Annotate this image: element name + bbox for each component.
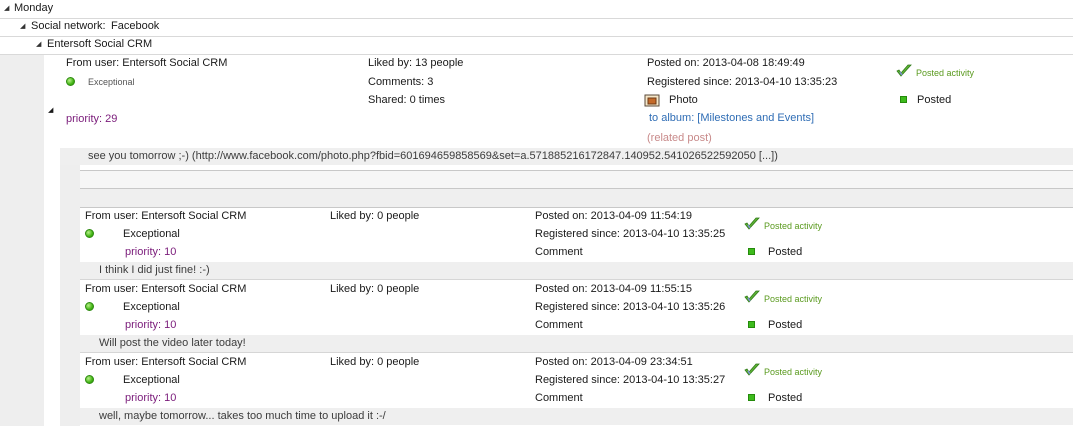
parent-post-type: Photo bbox=[669, 94, 698, 106]
group-day-label: Monday bbox=[14, 2, 54, 14]
sentiment-dot-icon bbox=[85, 302, 94, 311]
comment-posted-on: Posted on: 2013-04-09 23:34:51 bbox=[535, 356, 693, 368]
detail-column-header bbox=[80, 171, 1073, 189]
posted-activity-check-icon bbox=[744, 290, 760, 303]
comment-sentiment: Exceptional bbox=[123, 228, 180, 240]
sentiment-dot-icon bbox=[85, 375, 94, 384]
comment-message-text: Will post the video later today! bbox=[99, 337, 246, 349]
sentiment-dot-icon bbox=[85, 229, 94, 238]
comment-message-text: well, maybe tomorrow... takes too much t… bbox=[99, 410, 386, 422]
comment-liked-by: Liked by: 0 people bbox=[330, 356, 420, 368]
parent-liked-by: Liked by: 13 people bbox=[368, 57, 464, 69]
group-row-day[interactable]: ◢ Monday bbox=[0, 0, 1073, 19]
comment-posted-activity: Posted activity bbox=[764, 221, 823, 231]
comment-priority: priority: 10 bbox=[125, 319, 177, 331]
status-square-icon bbox=[748, 321, 755, 328]
parent-comments-count: Comments: 3 bbox=[368, 76, 434, 88]
parent-album-link[interactable]: to album: [Milestones and Events] bbox=[649, 112, 814, 124]
comment-message-text: I think I did just fine! :-) bbox=[99, 264, 210, 276]
parent-status: Posted bbox=[917, 94, 952, 106]
comment-posted-on: Posted on: 2013-04-09 11:55:15 bbox=[535, 283, 692, 295]
comment-message-bar: Will post the video later today! bbox=[80, 335, 1073, 352]
comment-registered-since: Registered since: 2013-04-10 13:35:26 bbox=[535, 301, 726, 313]
group-network-value: Facebook bbox=[111, 20, 160, 32]
collapse-triangle-icon[interactable]: ◢ bbox=[20, 22, 25, 30]
comment-type: Comment bbox=[535, 246, 583, 258]
parent-from-user: From user: Entersoft Social CRM bbox=[66, 57, 228, 69]
posted-activity-check-icon bbox=[896, 64, 912, 77]
parent-posted-activity: Posted activity bbox=[916, 68, 975, 78]
comment-liked-by: Liked by: 0 people bbox=[330, 283, 420, 295]
comment-type: Comment bbox=[535, 392, 583, 404]
comment-from-user: From user: Entersoft Social CRM bbox=[85, 356, 247, 368]
comment-registered-since: Registered since: 2013-04-10 13:35:25 bbox=[535, 228, 726, 240]
group-row-network[interactable]: ◢ Social network: Facebook bbox=[0, 18, 1073, 37]
parent-registered-since: Registered since: 2013-04-10 13:35:23 bbox=[647, 76, 838, 88]
parent-posted-on: Posted on: 2013-04-08 18:49:49 bbox=[647, 57, 805, 69]
parent-related-post-link[interactable]: (related post) bbox=[647, 132, 712, 144]
comment-from-user: From user: Entersoft Social CRM bbox=[85, 210, 247, 222]
detail-indent-gutter bbox=[60, 165, 80, 426]
parent-priority: priority: 29 bbox=[66, 113, 118, 125]
comment-posted-on: Posted on: 2013-04-09 11:54:19 bbox=[535, 210, 692, 222]
comment-type: Comment bbox=[535, 319, 583, 331]
group-row-account[interactable]: ◢ Entersoft Social CRM bbox=[0, 36, 1073, 55]
comment-sentiment: Exceptional bbox=[123, 301, 180, 313]
expand-detail-triangle-icon[interactable]: ◢ bbox=[48, 106, 53, 114]
row-separator bbox=[80, 352, 1073, 353]
parent-sentiment: Exceptional bbox=[88, 77, 135, 87]
status-square-icon bbox=[748, 248, 755, 255]
comment-posted-activity: Posted activity bbox=[764, 294, 823, 304]
status-square-icon bbox=[900, 96, 907, 103]
comment-priority: priority: 10 bbox=[125, 246, 177, 258]
photo-icon bbox=[644, 94, 660, 107]
parent-message-bar: see you tomorrow ;-) (http://www.faceboo… bbox=[60, 148, 1073, 165]
comment-priority: priority: 10 bbox=[125, 392, 177, 404]
parent-shared-count: Shared: 0 times bbox=[368, 94, 446, 106]
comment-message-bar: well, maybe tomorrow... takes too much t… bbox=[80, 408, 1073, 425]
comment-sentiment: Exceptional bbox=[123, 374, 180, 386]
posted-activity-check-icon bbox=[744, 363, 760, 376]
sentiment-dot-icon bbox=[66, 77, 75, 86]
group-account-label: Entersoft Social CRM bbox=[47, 38, 153, 50]
comment-liked-by: Liked by: 0 people bbox=[330, 210, 420, 222]
comment-message-bar: I think I did just fine! :-) bbox=[80, 262, 1073, 279]
comment-registered-since: Registered since: 2013-04-10 13:35:27 bbox=[535, 374, 726, 386]
posted-activity-check-icon bbox=[744, 217, 760, 230]
comment-from-user: From user: Entersoft Social CRM bbox=[85, 283, 247, 295]
group-indent-gutter bbox=[0, 55, 44, 426]
detail-group-panel bbox=[80, 189, 1073, 208]
comment-status: Posted bbox=[768, 246, 803, 258]
comment-status: Posted bbox=[768, 392, 803, 404]
parent-message-text: see you tomorrow ;-) (http://www.faceboo… bbox=[88, 150, 778, 162]
collapse-triangle-icon[interactable]: ◢ bbox=[36, 40, 41, 48]
group-network-label: Social network: bbox=[31, 20, 106, 32]
comment-status: Posted bbox=[768, 319, 803, 331]
row-separator bbox=[80, 279, 1073, 280]
status-square-icon bbox=[748, 394, 755, 401]
collapse-triangle-icon[interactable]: ◢ bbox=[4, 4, 9, 12]
comment-posted-activity: Posted activity bbox=[764, 367, 823, 377]
